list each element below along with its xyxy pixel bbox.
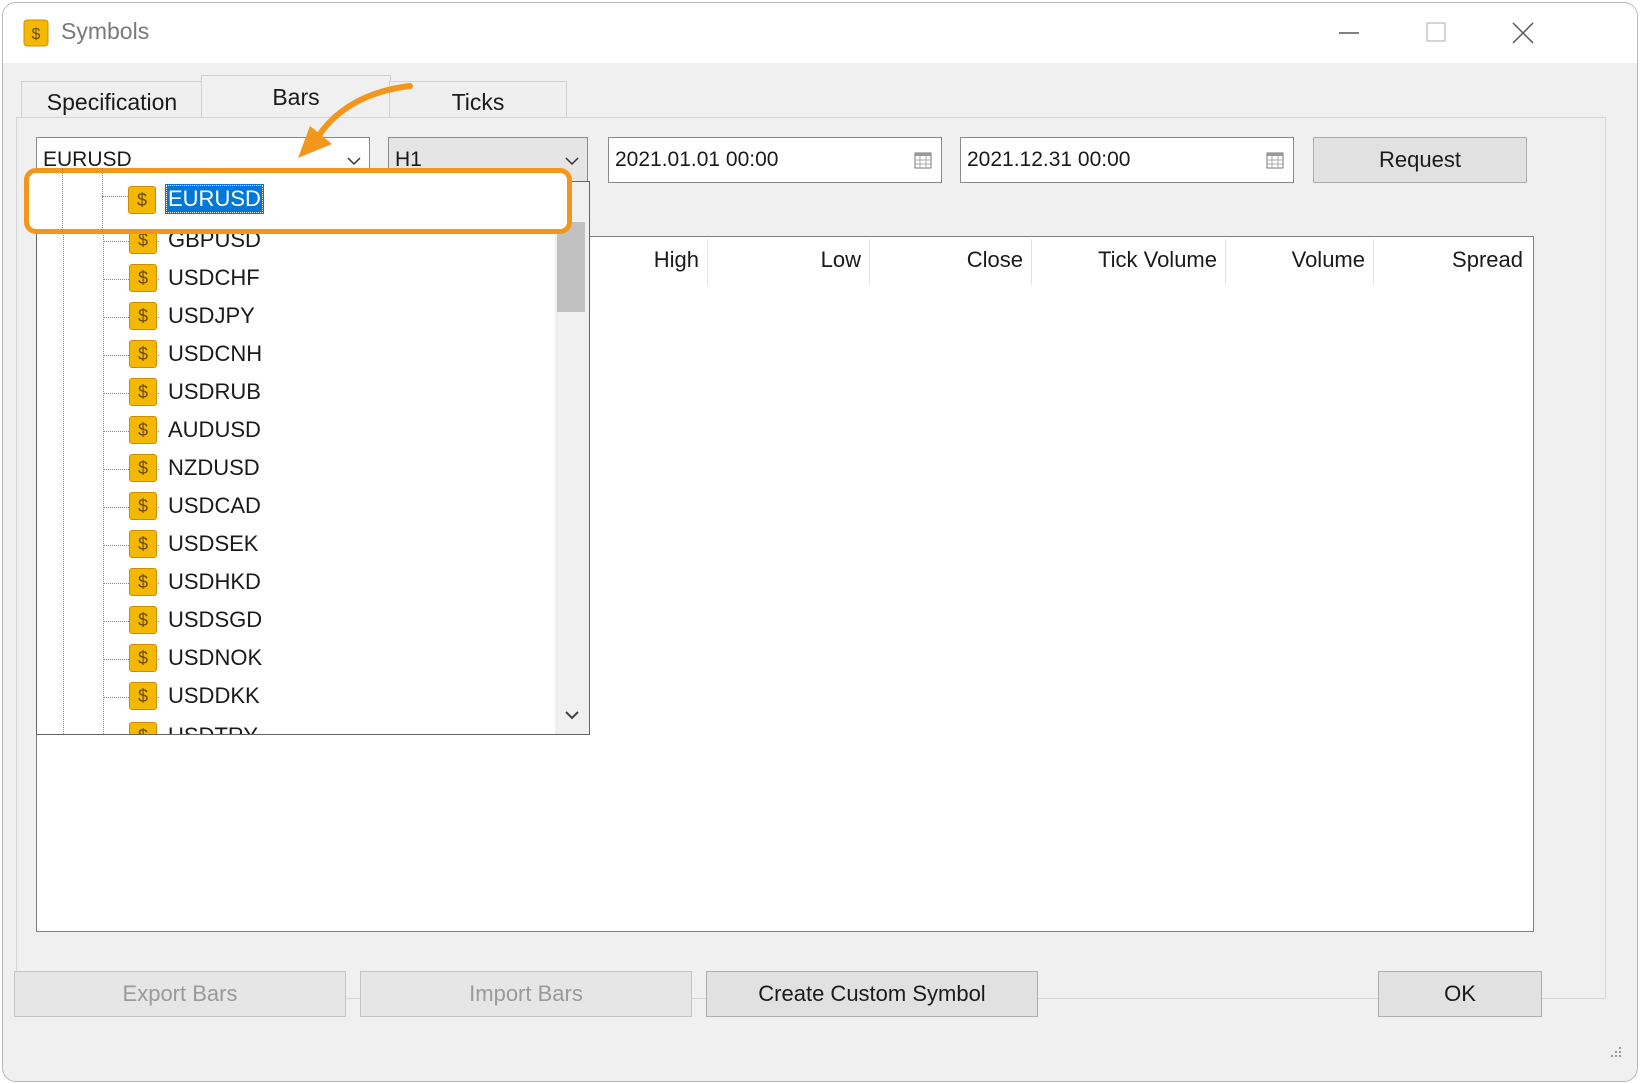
chevron-down-icon[interactable]	[563, 708, 581, 724]
list-item[interactable]: $ USDCHF	[37, 260, 555, 298]
date-to-value: 2021.12.31 00:00	[967, 148, 1131, 171]
column-divider	[1031, 239, 1032, 285]
tree-guide-line	[62, 168, 63, 234]
scrollbar-thumb[interactable]	[557, 222, 585, 312]
list-item[interactable]: $ USDSGD	[37, 602, 555, 640]
list-item-label: USDTRY	[168, 723, 258, 734]
column-header-volume[interactable]: Volume	[1227, 247, 1373, 273]
import-bars-label: Import Bars	[469, 981, 583, 1006]
column-header-low[interactable]: Low	[709, 247, 869, 273]
dollar-icon: $	[129, 454, 157, 482]
list-item[interactable]: $ USDNOK	[37, 640, 555, 678]
create-custom-symbol-button[interactable]: Create Custom Symbol	[706, 971, 1038, 1017]
list-item-label: AUDUSD	[168, 417, 261, 442]
import-bars-button[interactable]: Import Bars	[360, 971, 692, 1017]
minimize-icon[interactable]	[1319, 13, 1379, 53]
dollar-icon: $	[129, 606, 157, 634]
tab-specification[interactable]: Specification	[21, 81, 203, 122]
list-item[interactable]: $ USDRUB	[37, 374, 555, 412]
list-item-label: USDHKD	[168, 569, 261, 594]
dollar-icon: $	[129, 264, 157, 292]
column-divider	[869, 239, 870, 285]
title-bar: $ Symbols	[3, 3, 1637, 63]
list-item[interactable]: $ USDCNH	[37, 336, 555, 374]
tab-label: Specification	[46, 89, 178, 115]
list-item-label: USDCHF	[168, 265, 260, 290]
dollar-icon: $	[129, 644, 157, 672]
list-item-label: USDSGD	[168, 607, 263, 632]
column-divider	[707, 239, 708, 285]
dollar-icon: $	[23, 19, 49, 47]
dropdown-scrollbar[interactable]	[555, 182, 589, 734]
dollar-icon: $	[129, 378, 157, 406]
list-item[interactable]: $ USDCAD	[37, 488, 555, 526]
calendar-icon[interactable]	[1265, 150, 1285, 170]
selected-symbol-highlight[interactable]: $ EURUSD	[24, 168, 572, 234]
column-header-spread[interactable]: Spread	[1375, 247, 1531, 273]
dollar-icon: $	[129, 302, 157, 330]
list-item-label: USDSEK	[168, 531, 259, 556]
column-header-tick-volume[interactable]: Tick Volume	[1033, 247, 1225, 273]
dollar-icon: $	[129, 340, 157, 368]
dollar-icon: $	[129, 492, 157, 520]
dollar-icon: $	[129, 530, 157, 558]
date-to-field[interactable]: 2021.12.31 00:00	[960, 137, 1294, 183]
ok-button[interactable]: OK	[1378, 971, 1542, 1017]
close-icon[interactable]	[1493, 13, 1553, 53]
dollar-icon: $	[129, 722, 157, 734]
create-custom-symbol-label: Create Custom Symbol	[758, 981, 986, 1006]
list-item[interactable]: $ AUDUSD	[37, 412, 555, 450]
dollar-icon: $	[129, 682, 157, 710]
selected-symbol-label: EURUSD	[165, 184, 264, 214]
column-divider	[1373, 239, 1374, 285]
maximize-icon[interactable]	[1405, 13, 1465, 53]
calendar-icon[interactable]	[913, 150, 933, 170]
window-title: Symbols	[61, 18, 150, 44]
list-item[interactable]: $ USDTRY	[37, 718, 555, 734]
export-bars-button[interactable]: Export Bars	[14, 971, 346, 1017]
column-divider	[1225, 239, 1226, 285]
list-item-label: NZDUSD	[168, 455, 260, 480]
column-header-high[interactable]: High	[577, 247, 707, 273]
list-item[interactable]: $ USDHKD	[37, 564, 555, 602]
list-item[interactable]: $ USDDKK	[37, 678, 555, 716]
export-bars-label: Export Bars	[122, 981, 238, 1006]
dollar-icon: $	[128, 186, 156, 214]
request-label: Request	[1379, 147, 1461, 172]
list-item-label: USDRUB	[168, 379, 261, 404]
date-from-field[interactable]: 2021.01.01 00:00	[608, 137, 942, 183]
list-item-label: USDCAD	[168, 493, 261, 518]
column-header-close[interactable]: Close	[871, 247, 1031, 273]
ok-label: OK	[1444, 981, 1476, 1006]
tab-label: Ticks	[451, 89, 505, 115]
symbol-dropdown-list[interactable]: $ GBPUSD $ USDCHF $ USDJPY $ USDCNH $ US…	[36, 181, 590, 735]
chevron-down-icon[interactable]	[563, 152, 581, 170]
request-button[interactable]: Request	[1313, 137, 1527, 183]
list-item-label: USDJPY	[168, 303, 255, 328]
list-item[interactable]: $ USDJPY	[37, 298, 555, 336]
svg-text:$: $	[32, 26, 41, 43]
list-item-label: USDNOK	[168, 645, 263, 670]
list-item-label: USDDKK	[168, 683, 260, 708]
dollar-icon: $	[129, 568, 157, 596]
list-item-label: USDCNH	[168, 341, 263, 366]
tree-guide-line	[102, 168, 103, 234]
date-from-value: 2021.01.01 00:00	[615, 148, 779, 171]
dollar-icon: $	[129, 416, 157, 444]
list-item[interactable]: $ NZDUSD	[37, 450, 555, 488]
list-item[interactable]: $ USDSEK	[37, 526, 555, 564]
annotation-arrow-icon	[298, 83, 413, 158]
resize-grip-icon[interactable]	[1604, 1042, 1624, 1062]
